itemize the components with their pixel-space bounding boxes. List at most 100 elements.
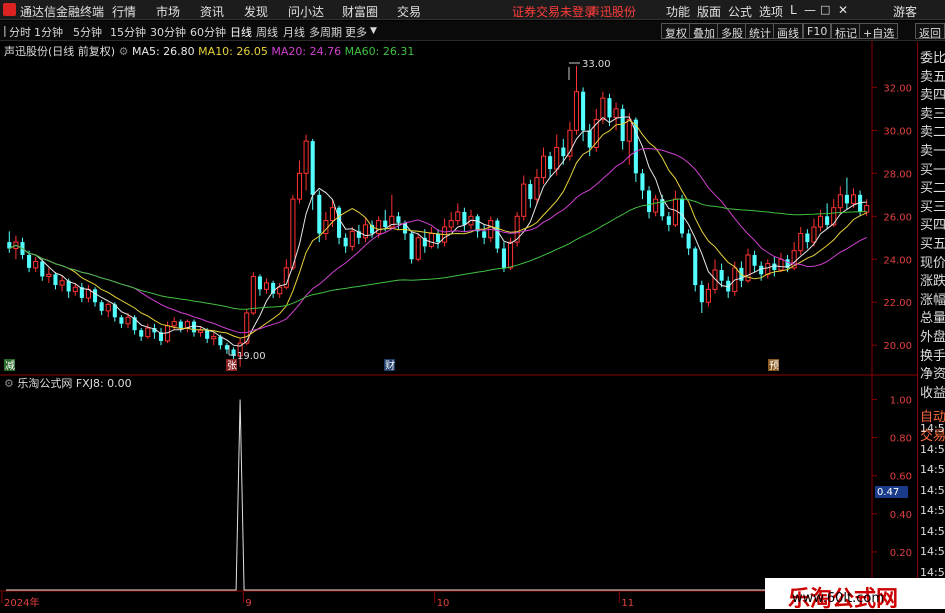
candle-body-up [514,215,520,243]
quote-label: 外盘 [920,330,945,345]
maximize-icon[interactable]: □ [820,3,830,16]
sub-tick-label: 0.60 [890,472,912,483]
candle-body-up [72,286,78,292]
sub-tick-label: 0.40 [890,510,912,521]
add-watchlist-button[interactable]: +自选 [859,23,899,40]
period-tab-weekly[interactable]: 周线 [256,24,278,40]
candle-body-up [672,198,678,226]
candle-body-down [548,156,553,170]
period-tab-5min[interactable]: 5分钟 [73,24,102,40]
candle-body-up [573,91,580,131]
candle-body-up [521,183,527,217]
candle-body-down [772,263,777,271]
overlay-button[interactable]: 叠加 [689,23,719,40]
menu-zixun[interactable]: 资讯 [200,3,224,20]
period-tab-daily[interactable]: 日线 [230,24,252,40]
candle-body-down [383,220,388,228]
menu-banmian[interactable]: 版面 [697,3,721,20]
quote-label: 总量 [920,311,945,327]
quote-label: 收益 [920,385,945,401]
period-tab-15min[interactable]: 15分钟 [110,24,146,40]
period-tab-multi[interactable]: 多周期 [309,24,342,40]
candle-body-down [257,276,262,290]
event-tag-zhang-label: 张 [227,360,237,372]
menu-xuanxiang[interactable]: 选项 [759,3,783,20]
f10-button[interactable]: F10 [803,23,832,39]
candle-body-up [211,336,217,340]
candle-body-up [778,258,784,271]
candle-body-down [99,302,104,311]
candle-body-down [699,285,704,303]
current-stock-name: 声迅股份 [588,5,637,19]
candle-body-down [396,216,401,223]
menu-jiaoyi[interactable]: 交易 [397,3,421,20]
close-icon[interactable]: ✕ [838,3,848,17]
candle-body-down [647,190,652,212]
fuquan-button[interactable]: 复权 [661,23,691,40]
user-label[interactable]: 游客 [893,3,917,20]
quote-label: 卖一 [920,144,945,159]
candle-body-down [620,108,625,142]
kline-chart[interactable]: 20.00 22.00 24.00 26.00 28.00 30.00 32.00 1.00… [0,41,917,609]
grid-lines [0,41,917,609]
event-tag-jian-label: 减 [5,360,15,372]
candle-body-down [844,194,849,204]
candle-body-down [224,345,229,350]
candle-body-down [528,184,533,200]
ma-line-ma60 [9,198,867,310]
menu-gongneng[interactable]: 功能 [666,3,690,20]
menu-faxian[interactable]: 发现 [244,3,268,20]
quote-label: 卖三 [920,106,945,122]
price-tick-label: 24.00 [883,255,912,266]
candle-body-up [263,282,270,290]
period-tab-1min[interactable]: 1分钟 [34,24,63,40]
period-tab-fenshi[interactable]: 分时 [9,24,31,40]
statistics-button[interactable]: 统计 [745,23,775,40]
trade-time: 14:56 [920,565,945,579]
candle-body-up [329,207,336,222]
candle-body-down [178,321,183,329]
menu-hangqing[interactable]: 行情 [112,3,136,20]
toolbar-menu-icon[interactable]: | [3,24,7,37]
draw-line-button[interactable]: 画线 [773,23,803,40]
candle-body-down [310,141,315,195]
candle-body-up [864,205,870,213]
sub-settings-gear-icon[interactable]: ⚙ [4,377,17,390]
price-tick-label: 30.00 [883,126,912,137]
period-tab-more[interactable]: 更多 [345,24,367,40]
time-tick-label: 9 [245,598,251,609]
menu-gongshi[interactable]: 公式 [728,3,752,20]
candle-body-down [607,98,612,118]
event-tag-cai-label: 财 [385,359,395,372]
menu-wenxiaoda[interactable]: 问小达 [288,3,324,20]
quote-label: 现价 [920,255,945,271]
period-tab-30min[interactable]: 30分钟 [150,24,186,40]
price-axis: 20.00 22.00 24.00 26.00 28.00 30.00 32.00 [872,83,912,352]
trade-time: 14:56 [920,463,945,476]
candle-body-down [561,147,566,157]
candle-body-down [53,274,58,286]
multi-stock-button[interactable]: 多股 [717,23,747,40]
back-button[interactable]: 返回 [915,23,945,40]
candle-body-down [495,220,500,249]
candle-body-up [145,327,151,338]
menu-shichang[interactable]: 市场 [156,3,180,20]
trade-login-warning[interactable]: 证券交易未登录 [512,3,596,20]
candle-body-up [125,316,131,325]
trade-time: 14:56 [920,483,945,497]
app-logo-icon [3,3,16,16]
trade-time: 14:56 [920,524,945,538]
candle-body-up [277,286,283,295]
high-price-label: 33.00 [582,59,611,70]
time-tick-label: 10 [437,598,450,609]
menu-bar: 通达信金融终端 行情 市场 资讯 发现 问小达 财富圈 交易 证券交易未登录 声… [0,0,945,20]
period-tab-monthly[interactable]: 月线 [283,24,305,40]
period-tab-60min[interactable]: 60分钟 [190,24,226,40]
more-chevron-icon[interactable]: ▼ [370,26,377,36]
candle-body-up [105,303,111,312]
minimize-icon[interactable]: — [804,3,816,17]
mark-button[interactable]: 标记 [831,23,861,40]
sub-chart-title: 乐淘公式网 [17,377,73,390]
candle-body-down [317,194,322,234]
menu-caifuquan[interactable]: 财富圈 [342,3,378,20]
